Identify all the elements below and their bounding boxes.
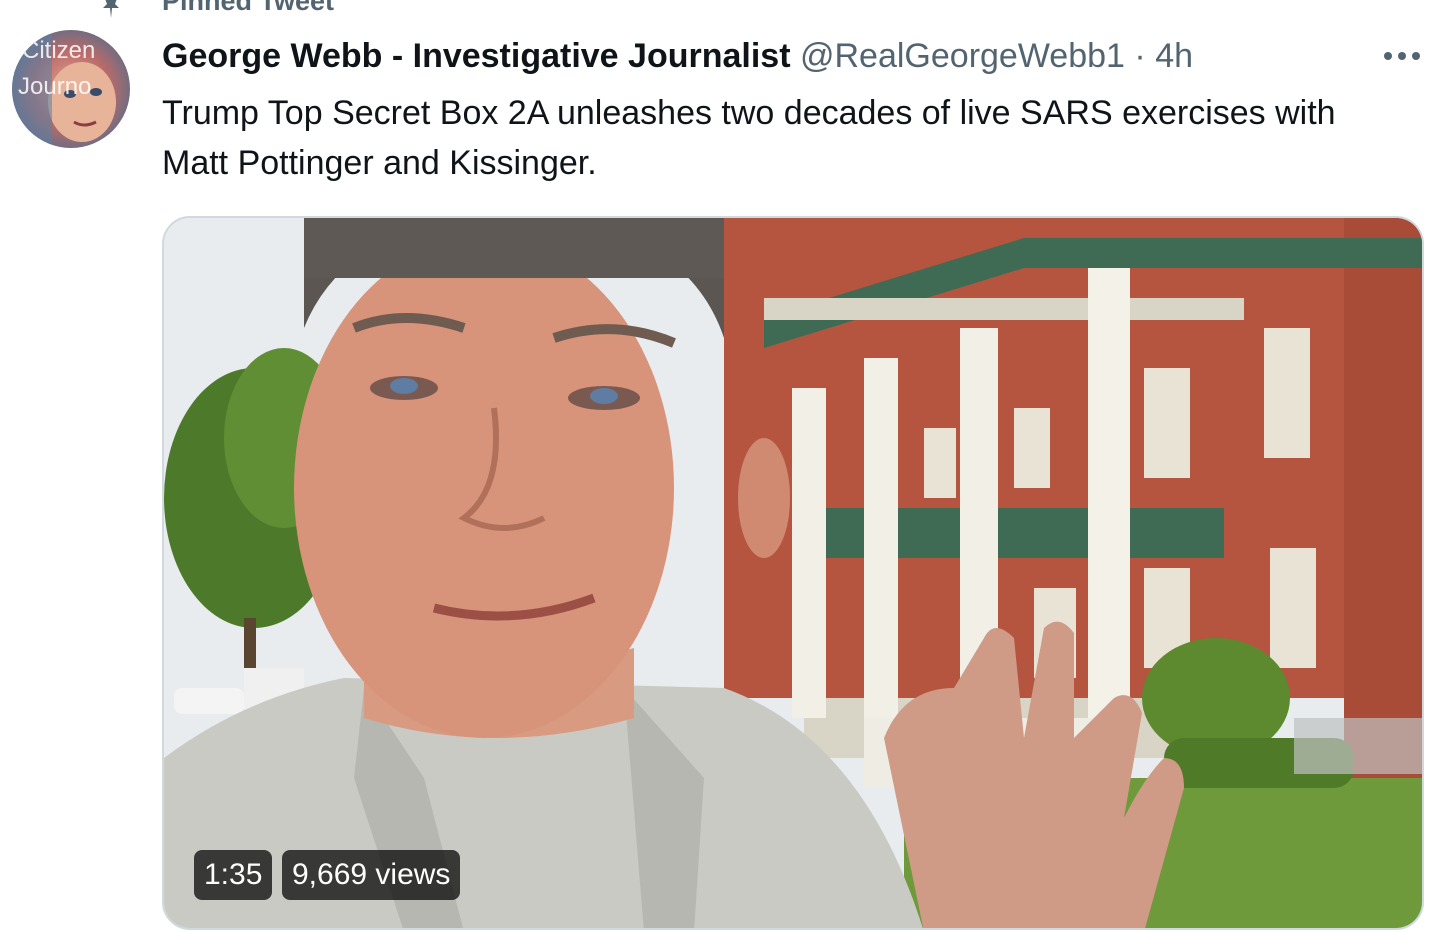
header-separator: · [1134,37,1146,75]
avatar[interactable]: Citizen Journo [12,30,130,148]
tweet-text: Trump Top Secret Box 2A unleashes two de… [162,94,1336,182]
tweet-timestamp[interactable]: 4h [1155,37,1193,75]
author-handle[interactable]: @RealGeorgeWebb1 [800,37,1125,75]
video-thumbnail [164,218,1422,928]
tweet-video[interactable]: 1:35 9,669 views [162,216,1424,930]
pinned-label: Pinned Tweet [162,0,335,16]
pin-icon [103,0,119,18]
avatar-text-line2: Journo [18,73,91,100]
more-horizontal-icon-dot [1412,52,1420,60]
video-duration-badge: 1:35 [194,850,273,900]
more-horizontal-icon-dot [1398,52,1406,60]
avatar-text-line1: Citizen [22,37,95,64]
tweet-header: George Webb - Investigative Journalist @… [162,34,1282,78]
pinned-indicator: Pinned Tweet [0,0,600,18]
video-views-badge: 9,669 views [282,850,461,900]
more-options-button[interactable] [1380,38,1424,74]
more-horizontal-icon [1384,52,1392,60]
author-display-name[interactable]: George Webb - Investigative Journalist [162,37,791,75]
